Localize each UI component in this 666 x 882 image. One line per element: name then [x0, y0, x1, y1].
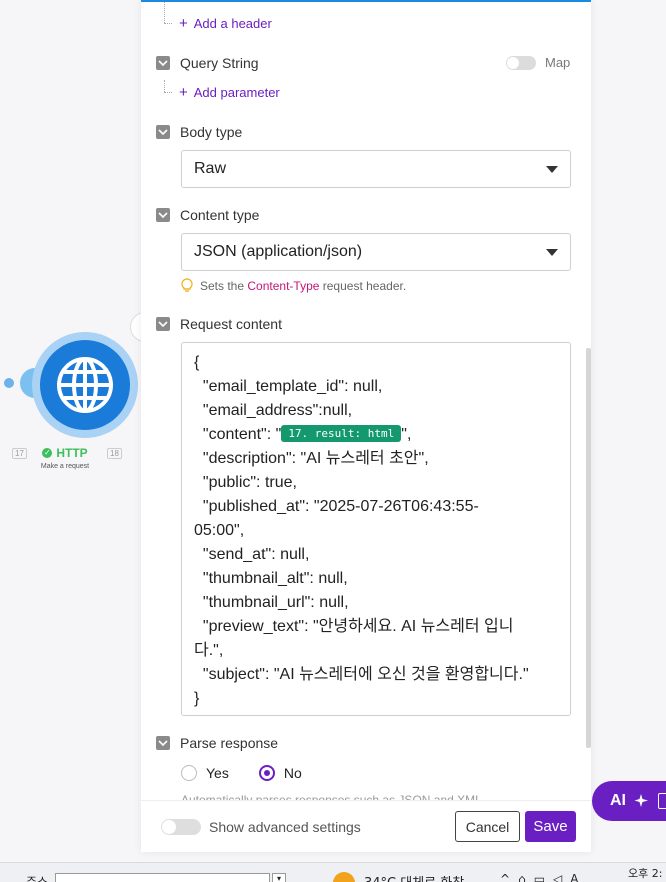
collapse-checkbox-icon[interactable] [156, 736, 170, 750]
radio-yes-circle[interactable] [181, 765, 197, 781]
monitor-icon[interactable]: ▭ [534, 872, 545, 882]
content-type-hint: Sets the Content-Type request header. [181, 278, 406, 293]
advanced-switch[interactable] [161, 819, 201, 835]
body-type-value: Raw [194, 160, 227, 177]
parse-response-title: Parse response [180, 735, 279, 751]
request-content-title: Request content [180, 316, 282, 332]
code-line: "subject": "AI 뉴스레터에 오신 것을 환영합니다." [194, 666, 529, 683]
query-string-section[interactable]: Query String [156, 55, 259, 71]
tree-line [164, 23, 172, 24]
weather-text[interactable]: 34°C 대체로 화창 [364, 872, 464, 882]
advanced-settings-toggle[interactable]: Show advanced settings [161, 819, 361, 835]
hint-prefix: Sets the [200, 278, 245, 293]
address-input[interactable] [55, 873, 270, 882]
chevron-down-icon [546, 248, 558, 256]
module-badge-right: 18 [107, 448, 122, 459]
add-header-link[interactable]: + Add a header [179, 15, 272, 32]
connector-dot [4, 378, 14, 388]
parse-response-options: Yes No [181, 765, 302, 781]
cancel-button[interactable]: Cancel [455, 811, 520, 842]
module-subtitle: Make a request [40, 463, 90, 470]
code-line: "description": "AI 뉴스레터 초안", [194, 450, 429, 467]
chevron-down-icon [546, 165, 558, 173]
plus-icon: + [179, 84, 188, 101]
check-icon: ✓ [42, 448, 53, 458]
volume-icon[interactable]: ◁ [553, 872, 562, 882]
code-line: "published_at": "2025-07-26T06:43:55- 05… [194, 498, 479, 539]
collapse-checkbox-icon[interactable] [156, 208, 170, 222]
content-type-title: Content type [180, 207, 260, 223]
advanced-settings-label: Show advanced settings [209, 819, 361, 835]
module-label-row: ✓ HTTP [10, 446, 120, 460]
radio-yes-label: Yes [206, 765, 229, 781]
add-parameter-label: Add parameter [193, 85, 280, 100]
panel-scrollbar[interactable] [586, 348, 591, 748]
content-type-value: JSON (application/json) [194, 243, 363, 260]
collapse-checkbox-icon[interactable] [156, 125, 170, 139]
map-label: Map [545, 55, 571, 70]
hint-header-name: Content-Type [247, 278, 320, 293]
code-line-suffix: ", [401, 426, 412, 443]
ai-assistant-button[interactable]: AI [592, 781, 666, 821]
chevron-up-icon[interactable]: ^ [500, 872, 510, 882]
map-toggle[interactable]: Map [506, 55, 570, 70]
radio-no-label: No [283, 765, 302, 781]
save-button[interactable]: Save [525, 811, 576, 842]
language-icon[interactable]: A [570, 872, 578, 882]
panel-footer: Show advanced settings Cancel Save [141, 800, 591, 852]
http-module-node[interactable]: 17 ✓ HTTP 18 Make a request [0, 312, 160, 480]
tree-line [164, 80, 165, 92]
content-type-select[interactable]: JSON (application/json) [181, 233, 571, 271]
module-settings-panel: + Add a header Query String Map + Add pa… [141, 0, 591, 852]
code-line: "email_template_id": null, [194, 378, 383, 395]
body-type-title: Body type [180, 124, 243, 140]
tree-line [164, 92, 172, 93]
map-switch[interactable] [506, 55, 536, 70]
module-circle[interactable] [40, 340, 130, 430]
globe-icon [57, 357, 113, 413]
ime-icon[interactable]: ⌂ [518, 872, 526, 882]
code-line: "email_address":null, [194, 402, 353, 419]
add-header-label: Add a header [193, 16, 272, 31]
radio-no-circle[interactable] [258, 765, 275, 781]
ai-label: AI [610, 792, 626, 809]
tree-line [164, 2, 165, 23]
code-line-prefix: "content": " [194, 426, 282, 443]
code-line: { [194, 354, 200, 371]
parse-response-section[interactable]: Parse response [156, 735, 278, 751]
code-line: "thumbnail_url": null, [194, 594, 349, 611]
body-type-section[interactable]: Body type [156, 124, 242, 140]
windows-taskbar: 주소 ▾ 34°C 대체로 화창 ^ ⌂ ▭ ◁ A 오후 2: [0, 862, 666, 882]
address-go-button[interactable]: ▾ [272, 873, 286, 882]
plus-icon: + [179, 15, 188, 32]
code-line: "public": true, [194, 474, 297, 491]
hint-suffix: request header. [322, 278, 407, 293]
mapped-variable-pill[interactable]: 17. result: html [281, 425, 402, 442]
request-content-section[interactable]: Request content [156, 316, 282, 332]
system-tray[interactable]: ^ ⌂ ▭ ◁ A [500, 872, 578, 882]
clock[interactable]: 오후 2: [628, 865, 662, 881]
query-string-title: Query String [180, 55, 259, 71]
panel-icon [658, 793, 666, 809]
collapse-checkbox-icon[interactable] [156, 317, 170, 331]
code-line: "send_at": null, [194, 546, 310, 563]
code-line: } [194, 690, 200, 707]
panel-top-accent [141, 0, 591, 2]
sparkle-icon [634, 794, 648, 807]
module-title: HTTP [56, 446, 88, 460]
body-type-select[interactable]: Raw [181, 150, 571, 188]
radio-yes[interactable]: Yes [181, 765, 229, 781]
collapse-checkbox-icon[interactable] [156, 56, 170, 70]
code-line: "thumbnail_alt": null, [194, 570, 348, 587]
content-type-section[interactable]: Content type [156, 207, 259, 223]
request-content-editor[interactable]: { "email_template_id": null, "email_addr… [181, 342, 571, 716]
radio-no[interactable]: No [258, 765, 302, 781]
lightbulb-icon [181, 278, 193, 292]
add-parameter-link[interactable]: + Add parameter [179, 84, 280, 101]
weather-sun-icon[interactable] [333, 872, 355, 882]
code-line: "preview_text": "안녕하세요. AI 뉴스레터 입니 다.", [194, 618, 514, 659]
address-label: 주소 [26, 875, 49, 882]
